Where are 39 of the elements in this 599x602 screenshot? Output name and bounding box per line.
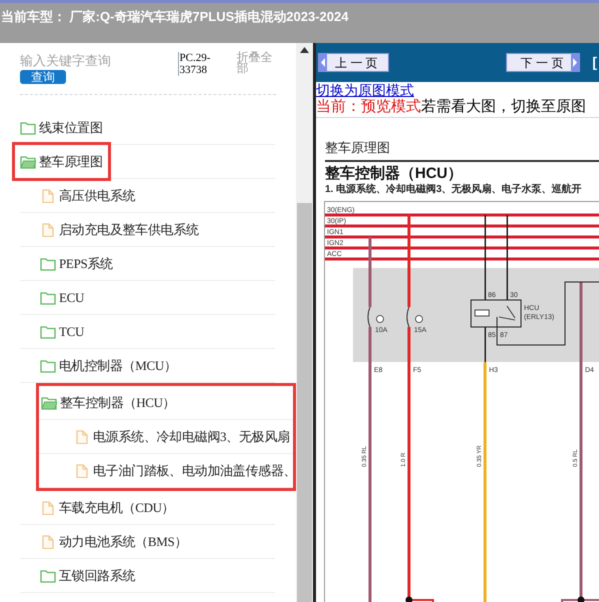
tree-item[interactable]: 高压供电系统 xyxy=(59,186,136,206)
code-text: PC.29-33738 xyxy=(178,52,229,76)
page-link[interactable]: [ xyxy=(592,52,597,73)
tree-item[interactable]: TCU xyxy=(59,322,84,342)
document-icon xyxy=(40,534,56,548)
scrollbar-thumb[interactable] xyxy=(297,203,312,602)
tree-item[interactable]: 电机控制器（MCU） xyxy=(59,356,177,376)
tree-item[interactable]: 车载充电机（CDU） xyxy=(59,498,174,518)
tree-item[interactable]: PEPS系统 xyxy=(59,254,113,274)
search-button[interactable]: 查询 xyxy=(20,70,66,84)
switch-mode-link[interactable]: 切换为原图模式 xyxy=(316,82,414,98)
document-icon xyxy=(40,500,56,514)
tree-item[interactable]: 电子油门踏板、电动加油盖传感器、 xyxy=(93,460,293,480)
tree-item[interactable]: 整车原理图 xyxy=(39,152,103,172)
fuse-symbol xyxy=(367,306,384,327)
document-title: 整车控制器（HCU） xyxy=(325,164,464,182)
document-icon xyxy=(74,430,90,444)
document-icon xyxy=(74,464,90,478)
fuse-symbol xyxy=(406,306,423,327)
section-heading: 整车原理图 xyxy=(325,138,599,162)
up-arrow-icon xyxy=(300,47,309,53)
document-icon xyxy=(40,222,56,236)
next-page-button[interactable]: 下 一 页 xyxy=(506,53,580,72)
tree-item[interactable]: 启动充电及整车供电系统 xyxy=(59,220,199,240)
scrollbar[interactable] xyxy=(296,43,313,602)
relay-symbol xyxy=(470,299,522,327)
tree-item[interactable]: 动力电池系统（BMS） xyxy=(59,532,188,552)
document-icon xyxy=(40,188,56,202)
tree-item[interactable]: 电源系统、冷却电磁阀3、无极风扇 xyxy=(93,426,290,446)
previous-page-button[interactable]: 上 一 页 xyxy=(318,53,389,72)
search-field[interactable]: 输入关键字查询 xyxy=(20,52,150,69)
window-title: 当前车型： 厂家:Q-奇瑞汽车瑞虎7PLUS插电混动2023-2024 xyxy=(1,9,348,24)
mode-label: 当前：预览模式 xyxy=(316,98,421,116)
document-subtitle: 1. 电源系统、冷却电磁阀3、无极风扇、电子水泵、巡航开 xyxy=(325,182,583,196)
tree-item[interactable]: 互锁回路系统 xyxy=(59,566,136,586)
tree-item[interactable]: ECU xyxy=(59,288,84,308)
tree-item[interactable]: 整车控制器（HCU） xyxy=(60,392,176,412)
mode-hint: 若需看大图，切换至原图 xyxy=(421,98,586,116)
tree-item[interactable]: 线束位置图 xyxy=(39,118,103,138)
